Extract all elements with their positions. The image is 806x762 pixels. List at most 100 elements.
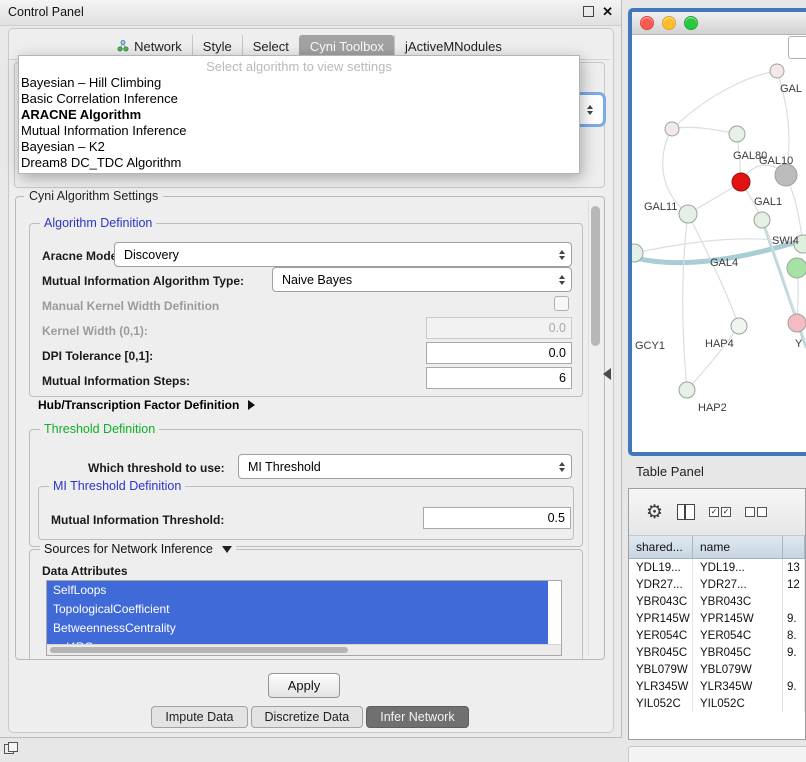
- table-cell: YER054C: [693, 627, 783, 644]
- settings-scrollbar[interactable]: [588, 200, 602, 656]
- collapse-arrow-icon: [222, 546, 232, 553]
- minimize-traffic-light[interactable]: [662, 16, 676, 30]
- dpi-tolerance-input[interactable]: [426, 342, 572, 364]
- table-cell: YDL19...: [693, 559, 783, 576]
- deselect-all-checkboxes-icon[interactable]: [745, 507, 767, 517]
- network-node-label: GAL: [780, 83, 802, 95]
- which-threshold-select[interactable]: MI Threshold: [238, 454, 572, 479]
- bottom-tab-bar: Impute DataDiscretize DataInfer Network: [0, 706, 620, 728]
- network-node-label: Y: [795, 338, 803, 350]
- hscrollbar-thumb[interactable]: [50, 647, 348, 653]
- column-header[interactable]: shared...: [629, 536, 693, 558]
- tab-label: Cyni Toolbox: [310, 39, 384, 54]
- attribute-item[interactable]: TopologicalCoefficient: [47, 600, 548, 619]
- network-canvas[interactable]: GALGAL80GAL10GAL11GAL1SWI4GAL4GCY1HAP4YH…: [632, 35, 806, 431]
- tab-label: Network: [134, 39, 182, 54]
- network-canvas-svg: GALGAL80GAL10GAL11GAL1SWI4GAL4GCY1HAP4YH…: [632, 35, 806, 431]
- table-row[interactable]: YBL079WYBL079W: [629, 661, 805, 678]
- algorithm-option[interactable]: ARACNE Algorithm: [19, 107, 579, 123]
- algorithm-placeholder-option[interactable]: Select algorithm to view settings: [19, 58, 579, 75]
- network-node-label: SWI4: [772, 235, 799, 247]
- close-traffic-light[interactable]: [640, 16, 654, 30]
- settings-scrollbar-thumb[interactable]: [591, 206, 600, 346]
- table-row[interactable]: YER054CYER054C8.: [629, 627, 805, 644]
- network-node[interactable]: [731, 318, 747, 334]
- table-row[interactable]: YDL19...YDL19...13: [629, 559, 805, 576]
- network-node[interactable]: [732, 173, 750, 191]
- desktop: Control Panel ✕ NetworkStyleSelectCyni T…: [0, 0, 806, 762]
- network-node[interactable]: [679, 205, 697, 223]
- table-row[interactable]: YBR045CYBR045C9.: [629, 644, 805, 661]
- network-node[interactable]: [679, 382, 695, 398]
- network-node[interactable]: [775, 164, 797, 186]
- network-node-label: GAL4: [710, 257, 738, 269]
- kernel-width-input[interactable]: [426, 317, 572, 339]
- attribute-item[interactable]: BetweennessCentrality: [47, 619, 548, 638]
- table-cell: [783, 593, 805, 610]
- table-cell: 9.: [783, 644, 805, 661]
- tab-discretize-data[interactable]: Discretize Data: [251, 706, 364, 728]
- gear-icon[interactable]: ⚙: [646, 503, 663, 522]
- combo-arrows-icon: [559, 462, 565, 472]
- hub-definition-toggle[interactable]: Hub/Transcription Factor Definition: [38, 398, 255, 412]
- table-cell: YBR043C: [629, 593, 693, 610]
- table-cell: [783, 695, 805, 712]
- network-node[interactable]: [787, 258, 806, 278]
- column-divider: [684, 505, 686, 519]
- float-panel-icon[interactable]: [4, 742, 18, 754]
- table-toolbar: ⚙ ✓✓: [629, 489, 805, 536]
- network-view-window: GALGAL80GAL10GAL11GAL1SWI4GAL4GCY1HAP4YH…: [628, 8, 806, 456]
- network-node[interactable]: [729, 126, 745, 142]
- algorithm-option[interactable]: Dream8 DC_TDC Algorithm: [19, 155, 579, 171]
- network-node[interactable]: [788, 314, 806, 332]
- table-row[interactable]: YDR27...YDR27...12: [629, 576, 805, 593]
- tab-label: jActiveMNodules: [405, 39, 502, 54]
- column-header[interactable]: [783, 536, 805, 558]
- network-tool-box[interactable]: [788, 36, 806, 59]
- panel-collapse-arrow[interactable]: [603, 368, 611, 380]
- network-node[interactable]: [665, 122, 679, 136]
- table-row[interactable]: YPR145WYPR145W9.: [629, 610, 805, 627]
- control-panel-window: Control Panel ✕ NetworkStyleSelectCyni T…: [0, 0, 622, 738]
- attributes-hscrollbar[interactable]: [47, 644, 561, 655]
- node-table-body: YDL19...YDL19...13YDR27...YDR27...12YBR0…: [629, 559, 805, 712]
- data-attributes-list[interactable]: SelfLoopsTopologicalCoefficientBetweenne…: [46, 580, 562, 656]
- column-browser-icon[interactable]: [677, 504, 695, 520]
- table-row[interactable]: YIL052CYIL052C: [629, 695, 805, 712]
- tab-impute-data[interactable]: Impute Data: [151, 706, 247, 728]
- mi-steps-input[interactable]: [426, 367, 572, 389]
- network-node[interactable]: [754, 212, 770, 228]
- float-window-icon[interactable]: [583, 6, 594, 17]
- column-header[interactable]: name: [693, 536, 783, 558]
- algorithm-option[interactable]: Basic Correlation Inference: [19, 91, 579, 107]
- close-icon[interactable]: ✕: [602, 5, 613, 18]
- zoom-traffic-light[interactable]: [684, 16, 698, 30]
- algorithm-option[interactable]: Bayesian – Hill Climbing: [19, 75, 579, 91]
- aracne-mode-select[interactable]: Discovery: [114, 242, 572, 267]
- algorithm-option[interactable]: Mutual Information Inference: [19, 123, 579, 139]
- network-window-titlebar[interactable]: [632, 12, 806, 35]
- network-node[interactable]: [770, 64, 784, 78]
- manual-kernel-width-checkbox[interactable]: [554, 296, 569, 311]
- algorithm-definition-title: Algorithm Definition: [40, 216, 156, 230]
- table-cell: 9.: [783, 678, 805, 695]
- table-cell: YIL052C: [629, 695, 693, 712]
- apply-button[interactable]: Apply: [268, 673, 340, 698]
- mi-algorithm-type-select[interactable]: Naive Bayes: [272, 267, 572, 292]
- sources-group-title[interactable]: Sources for Network Inference: [40, 542, 236, 556]
- control-panel-titlebar[interactable]: Control Panel ✕: [0, 0, 621, 26]
- settings-group-title: Cyni Algorithm Settings: [24, 189, 163, 203]
- attribute-item[interactable]: SelfLoops: [47, 581, 548, 600]
- sources-title-text: Sources for Network Inference: [44, 542, 213, 556]
- mi-threshold-input[interactable]: [423, 507, 571, 529]
- table-cell: YDL19...: [629, 559, 693, 576]
- aracne-mode-label: Aracne Mode:: [42, 249, 121, 263]
- tab-label: Select: [253, 39, 289, 54]
- which-threshold-label: Which threshold to use:: [88, 461, 225, 475]
- select-all-checkboxes-icon[interactable]: ✓✓: [709, 507, 731, 517]
- table-row[interactable]: YLR345WYLR345W9.: [629, 678, 805, 695]
- network-edge: [687, 326, 739, 390]
- tab-infer-network[interactable]: Infer Network: [366, 706, 468, 728]
- algorithm-option[interactable]: Bayesian – K2: [19, 139, 579, 155]
- table-row[interactable]: YBR043CYBR043C: [629, 593, 805, 610]
